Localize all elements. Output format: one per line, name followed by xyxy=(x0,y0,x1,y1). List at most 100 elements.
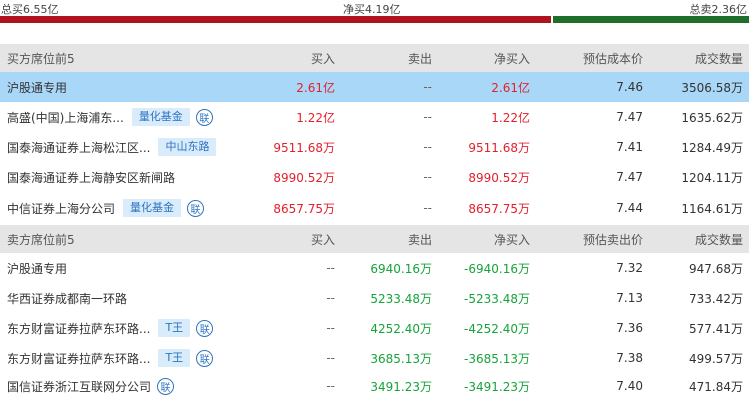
buy-sell-ratio-bar xyxy=(0,16,749,23)
volume: 947.68万 xyxy=(689,261,743,276)
buy-ratio-fill xyxy=(0,16,551,23)
seat-name[interactable]: 东方财富证券拉萨东环路... T王 联 xyxy=(7,343,247,373)
buy-amount: -- xyxy=(326,261,335,275)
sell-amount: 6940.16万 xyxy=(370,261,432,276)
volume: 1284.49万 xyxy=(681,140,743,155)
seat-name[interactable]: 华西证券成都南一环路 xyxy=(7,283,247,313)
sell-section-header: 卖方席位前5 买入 卖出 净买入 预估卖出价 成交数量 xyxy=(0,225,749,253)
header-volume: 成交数量 xyxy=(694,51,743,66)
sell-amount: 3491.23万 xyxy=(370,379,432,394)
seat-tag[interactable]: T王 xyxy=(158,349,191,367)
sell-seat-row[interactable]: 东方财富证券拉萨东环路... T王 联 -- 3685.13万 -3685.13… xyxy=(0,343,749,373)
est-price: 7.46 xyxy=(616,80,643,94)
buy-amount: 9511.68万 xyxy=(273,140,335,155)
sell-amount: 5233.48万 xyxy=(370,291,432,306)
est-price: 7.13 xyxy=(616,291,643,305)
est-price: 7.47 xyxy=(616,110,643,124)
est-price: 7.41 xyxy=(616,140,643,154)
buy-amount: -- xyxy=(326,351,335,365)
net-amount: -5233.48万 xyxy=(464,291,530,306)
volume: 1164.61万 xyxy=(681,201,743,216)
volume: 733.42万 xyxy=(689,291,743,306)
seat-name[interactable]: 国泰海通证券上海静安区新闸路 xyxy=(7,162,247,192)
header-sell: 卖出 xyxy=(407,232,432,247)
seat-tag[interactable]: T王 xyxy=(158,319,191,337)
seat-tag[interactable]: 量化基金 xyxy=(123,199,182,217)
buy-amount: 1.22亿 xyxy=(296,110,335,125)
est-price: 7.40 xyxy=(616,379,643,393)
volume: 471.84万 xyxy=(689,379,743,394)
sell-amount: 4252.40万 xyxy=(370,321,432,336)
net-amount: 8657.75万 xyxy=(468,201,530,216)
volume: 499.57万 xyxy=(689,351,743,366)
sell-amount: -- xyxy=(423,110,432,124)
buy-seat-row[interactable]: 沪股通专用 2.61亿 -- 2.61亿 7.46 3506.58万 xyxy=(0,72,749,102)
seat-tag[interactable]: 量化基金 xyxy=(131,108,190,126)
net-amount: 2.61亿 xyxy=(491,80,530,95)
sell-seat-row[interactable]: 华西证券成都南一环路 -- 5233.48万 -5233.48万 7.13 73… xyxy=(0,283,749,313)
est-price: 7.44 xyxy=(616,201,643,215)
ratio-divider xyxy=(551,16,553,23)
sell-seat-row[interactable]: 国信证券浙江互联网分公司 联 -- 3491.23万 -3491.23万 7.4… xyxy=(0,372,749,400)
buy-seat-row[interactable]: 中信证券上海分公司 量化基金 联 8657.75万 -- 8657.75万 7.… xyxy=(0,193,749,223)
total-buy-label: 总买6.55亿 xyxy=(1,3,59,16)
header-net: 净买入 xyxy=(493,51,530,66)
volume: 577.41万 xyxy=(689,321,743,336)
sell-amount: 3685.13万 xyxy=(370,351,432,366)
est-price: 7.38 xyxy=(616,351,643,365)
linked-icon[interactable]: 联 xyxy=(196,319,214,337)
volume: 1635.62万 xyxy=(681,110,743,125)
linked-icon[interactable]: 联 xyxy=(196,349,214,367)
header-net: 净买入 xyxy=(493,232,530,247)
buy-amount: -- xyxy=(326,321,335,335)
header-name: 买方席位前5 xyxy=(7,51,75,66)
summary-labels: 总买6.55亿 净买4.19亿 总卖2.36亿 xyxy=(0,0,749,16)
buy-amount: 2.61亿 xyxy=(296,80,335,95)
net-buy-label: 净买4.19亿 xyxy=(343,3,401,16)
est-price: 7.32 xyxy=(616,261,643,275)
net-amount: -6940.16万 xyxy=(464,261,530,276)
linked-icon[interactable]: 联 xyxy=(157,377,175,395)
seat-tag[interactable]: 中山东路 xyxy=(158,138,217,156)
linked-icon[interactable]: 联 xyxy=(187,199,205,217)
buy-section-header: 买方席位前5 买入 卖出 净买入 预估成本价 成交数量 xyxy=(0,44,749,72)
sell-amount: -- xyxy=(423,201,432,215)
buy-seat-row[interactable]: 国泰海通证券上海松江区... 中山东路 9511.68万 -- 9511.68万… xyxy=(0,132,749,162)
net-amount: 1.22亿 xyxy=(491,110,530,125)
seat-name[interactable]: 东方财富证券拉萨东环路... T王 联 xyxy=(7,313,247,343)
total-sell-label: 总卖2.36亿 xyxy=(689,3,748,16)
net-amount: -3491.23万 xyxy=(464,379,530,394)
volume: 1204.11万 xyxy=(681,170,743,185)
header-price: 预估卖出价 xyxy=(582,232,643,247)
seat-name[interactable]: 国泰海通证券上海松江区... 中山东路 xyxy=(7,132,247,162)
buy-amount: 8990.52万 xyxy=(273,170,335,185)
buy-amount: -- xyxy=(326,379,335,393)
header-buy: 买入 xyxy=(310,51,335,66)
seat-name[interactable]: 高盛(中国)上海浦东... 量化基金 联 xyxy=(7,102,247,132)
header-name: 卖方席位前5 xyxy=(7,232,75,247)
net-amount: -4252.40万 xyxy=(464,321,530,336)
est-price: 7.47 xyxy=(616,170,643,184)
sell-seat-row[interactable]: 沪股通专用 -- 6940.16万 -6940.16万 7.32 947.68万 xyxy=(0,253,749,283)
sell-amount: -- xyxy=(423,140,432,154)
buy-amount: -- xyxy=(326,291,335,305)
linked-icon[interactable]: 联 xyxy=(195,108,213,126)
header-buy: 买入 xyxy=(310,232,335,247)
sell-seat-row[interactable]: 东方财富证券拉萨东环路... T王 联 -- 4252.40万 -4252.40… xyxy=(0,313,749,343)
sell-amount: -- xyxy=(423,170,432,184)
volume: 3506.58万 xyxy=(681,80,743,95)
header-volume: 成交数量 xyxy=(694,232,743,247)
seat-name[interactable]: 沪股通专用 xyxy=(7,72,247,102)
net-amount: 9511.68万 xyxy=(468,140,530,155)
buy-amount: 8657.75万 xyxy=(273,201,335,216)
sell-amount: -- xyxy=(423,80,432,94)
buy-seat-row[interactable]: 国泰海通证券上海静安区新闸路 8990.52万 -- 8990.52万 7.47… xyxy=(0,162,749,192)
header-sell: 卖出 xyxy=(407,51,432,66)
seat-name[interactable]: 沪股通专用 xyxy=(7,253,247,283)
buy-seat-row[interactable]: 高盛(中国)上海浦东... 量化基金 联 1.22亿 -- 1.22亿 7.47… xyxy=(0,102,749,132)
est-price: 7.36 xyxy=(616,321,643,335)
header-price: 预估成本价 xyxy=(582,51,643,66)
seat-name[interactable]: 国信证券浙江互联网分公司 联 xyxy=(7,372,247,400)
seat-name[interactable]: 中信证券上海分公司 量化基金 联 xyxy=(7,193,247,223)
net-amount: -3685.13万 xyxy=(464,351,530,366)
